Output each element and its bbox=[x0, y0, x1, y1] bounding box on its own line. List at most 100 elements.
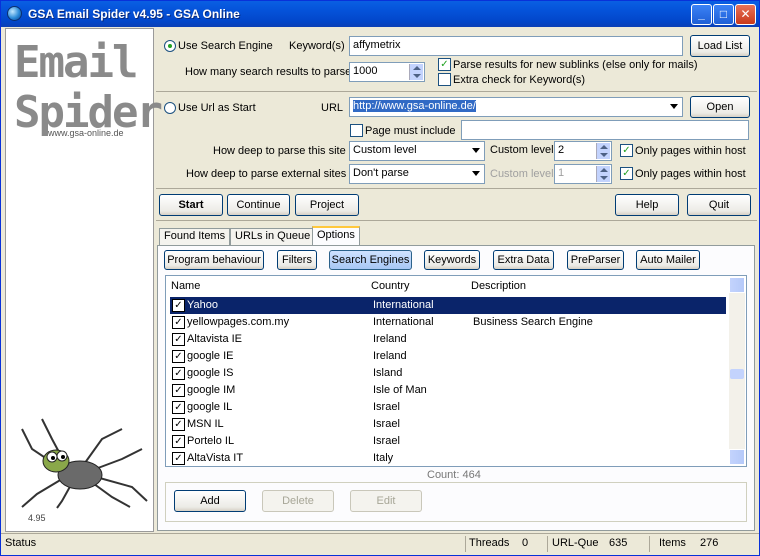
brand-panel: Email Spider www.gsa-online.de 4.95 bbox=[5, 28, 163, 532]
continue-button[interactable]: Continue bbox=[227, 194, 290, 216]
list-item[interactable]: ✓ yellowpages.com.my International Business… bbox=[170, 314, 726, 331]
list-item[interactable]: ✓ MSN IL Israel bbox=[170, 416, 726, 433]
scroll-up-icon[interactable] bbox=[729, 277, 745, 293]
subtab-program-behaviour[interactable]: Program behaviour bbox=[164, 250, 264, 270]
custom-level2-input: 1 bbox=[554, 164, 612, 184]
use-search-engine-radio[interactable] bbox=[164, 40, 176, 52]
tab-found-items[interactable]: Found Items bbox=[159, 228, 231, 245]
url-combo[interactable]: http://www.gsa-online.de/ bbox=[349, 97, 683, 117]
url-label: URL bbox=[321, 102, 344, 114]
engine-country: Israel bbox=[373, 401, 400, 413]
window-title: GSA Email Spider v4.95 - GSA Online bbox=[28, 7, 240, 21]
engine-country: Italy bbox=[373, 452, 394, 464]
subtab-extra-data[interactable]: Extra Data bbox=[493, 250, 554, 270]
page-must-include-label: Page must include bbox=[365, 125, 456, 137]
custom-level-label: Custom level bbox=[490, 144, 554, 156]
list-item[interactable]: ✓ google IS Island bbox=[170, 365, 726, 382]
custom-level2-spinner-icon bbox=[596, 166, 610, 182]
list-item[interactable]: ✓ google IM Isle of Man bbox=[170, 382, 726, 399]
list-item[interactable]: ✓ google IE Ireland bbox=[170, 348, 726, 365]
deep-site-label: How deep to parse this site bbox=[213, 145, 346, 157]
engine-name: Portelo IL bbox=[187, 435, 235, 447]
logo-email: Email bbox=[14, 37, 138, 88]
list-item[interactable]: ✓ Portelo IL Israel bbox=[170, 433, 726, 450]
row-checkbox[interactable]: ✓ bbox=[172, 452, 185, 465]
divider bbox=[465, 536, 466, 552]
row-checkbox[interactable]: ✓ bbox=[172, 384, 185, 397]
list-item[interactable]: ✓ AltaVista IT Italy bbox=[170, 450, 726, 467]
scroll-down-icon[interactable] bbox=[729, 449, 745, 465]
subtab-search-engines[interactable]: Search Engines bbox=[329, 250, 412, 270]
vertical-scrollbar[interactable] bbox=[729, 277, 745, 465]
engine-country: Israel bbox=[373, 418, 400, 430]
deep-ext-combo[interactable]: Don't parse bbox=[349, 164, 485, 184]
row-checkbox[interactable]: ✓ bbox=[172, 350, 185, 363]
engine-description: Business Search Engine bbox=[473, 316, 593, 328]
row-checkbox[interactable]: ✓ bbox=[172, 333, 185, 346]
divider bbox=[547, 536, 548, 552]
row-checkbox[interactable]: ✓ bbox=[172, 435, 185, 448]
only-within-host-checkbox[interactable]: ✓ bbox=[620, 144, 633, 157]
custom-level-spinner-icon[interactable] bbox=[596, 143, 610, 159]
column-header-country[interactable]: Country bbox=[371, 280, 410, 292]
load-list-button[interactable]: Load List bbox=[690, 35, 750, 57]
only-within-host2-checkbox[interactable]: ✓ bbox=[620, 167, 633, 180]
deep-site-combo[interactable]: Custom level bbox=[349, 141, 485, 161]
column-header-description[interactable]: Description bbox=[471, 280, 526, 292]
list-item[interactable]: ✓ Altavista IE Ireland bbox=[170, 331, 726, 348]
custom-level-input[interactable]: 2 bbox=[554, 141, 612, 161]
use-url-radio[interactable] bbox=[164, 102, 176, 114]
edit-button: Edit bbox=[350, 490, 422, 512]
results-count-input[interactable]: 1000 bbox=[349, 62, 425, 82]
add-button[interactable]: Add bbox=[174, 490, 246, 512]
divider bbox=[156, 188, 757, 189]
threads-label: Threads bbox=[469, 537, 510, 549]
list-count: Count: 464 bbox=[427, 469, 481, 481]
start-button[interactable]: Start bbox=[159, 194, 223, 216]
minimize-button[interactable]: _ bbox=[691, 4, 712, 25]
list-item[interactable]: ✓ google IL Israel bbox=[170, 399, 726, 416]
delete-button: Delete bbox=[262, 490, 334, 512]
list-item[interactable]: ✓ Yahoo International bbox=[170, 297, 726, 314]
help-button[interactable]: Help bbox=[615, 194, 679, 216]
subtab-auto-mailer[interactable]: Auto Mailer bbox=[636, 250, 700, 270]
use-search-engine-label: Use Search Engine bbox=[178, 40, 273, 52]
page-must-include-input[interactable] bbox=[461, 120, 749, 140]
chevron-down-icon[interactable] bbox=[670, 104, 678, 109]
engine-name: google IM bbox=[187, 384, 236, 396]
quit-button[interactable]: Quit bbox=[687, 194, 751, 216]
results-spinner-icon[interactable] bbox=[409, 64, 423, 80]
search-engines-list[interactable]: Name Country Description ✓ Yahoo Internati… bbox=[165, 275, 747, 467]
chevron-down-icon[interactable] bbox=[472, 171, 480, 176]
open-button[interactable]: Open bbox=[690, 96, 750, 118]
maximize-button[interactable]: □ bbox=[713, 4, 734, 25]
divider bbox=[156, 91, 757, 92]
engine-name: google IS bbox=[187, 367, 234, 379]
project-button[interactable]: Project bbox=[295, 194, 359, 216]
use-url-label: Use Url as Start bbox=[178, 102, 256, 114]
keywords-input[interactable]: affymetrix bbox=[349, 36, 683, 56]
title-bar[interactable]: GSA Email Spider v4.95 - GSA Online _ □ … bbox=[1, 1, 759, 27]
custom-level2-label: Custom level bbox=[490, 168, 554, 180]
row-checkbox[interactable]: ✓ bbox=[172, 401, 185, 414]
chevron-down-icon[interactable] bbox=[472, 148, 480, 153]
subtab-keywords[interactable]: Keywords bbox=[424, 250, 480, 270]
parse-sublinks-label: Parse results for new sublinks (else onl… bbox=[453, 59, 698, 71]
tab-urls-in-queue[interactable]: URLs in Queue bbox=[230, 228, 316, 245]
engine-name: AltaVista IT bbox=[187, 452, 244, 464]
column-header-name[interactable]: Name bbox=[171, 280, 200, 292]
row-checkbox[interactable]: ✓ bbox=[172, 418, 185, 431]
parse-sublinks-checkbox[interactable]: ✓ bbox=[438, 58, 451, 71]
row-checkbox[interactable]: ✓ bbox=[172, 316, 185, 329]
page-must-include-checkbox[interactable] bbox=[350, 124, 363, 137]
tab-options[interactable]: Options bbox=[312, 226, 360, 246]
subtab-preparser[interactable]: PreParser bbox=[567, 250, 624, 270]
close-button[interactable]: ✕ bbox=[735, 4, 756, 25]
scroll-thumb[interactable] bbox=[730, 369, 744, 379]
subtab-filters[interactable]: Filters bbox=[277, 250, 317, 270]
engine-country: Israel bbox=[373, 435, 400, 447]
extra-check-checkbox[interactable] bbox=[438, 73, 451, 86]
engine-country: International bbox=[373, 299, 434, 311]
row-checkbox[interactable]: ✓ bbox=[172, 299, 185, 312]
row-checkbox[interactable]: ✓ bbox=[172, 367, 185, 380]
